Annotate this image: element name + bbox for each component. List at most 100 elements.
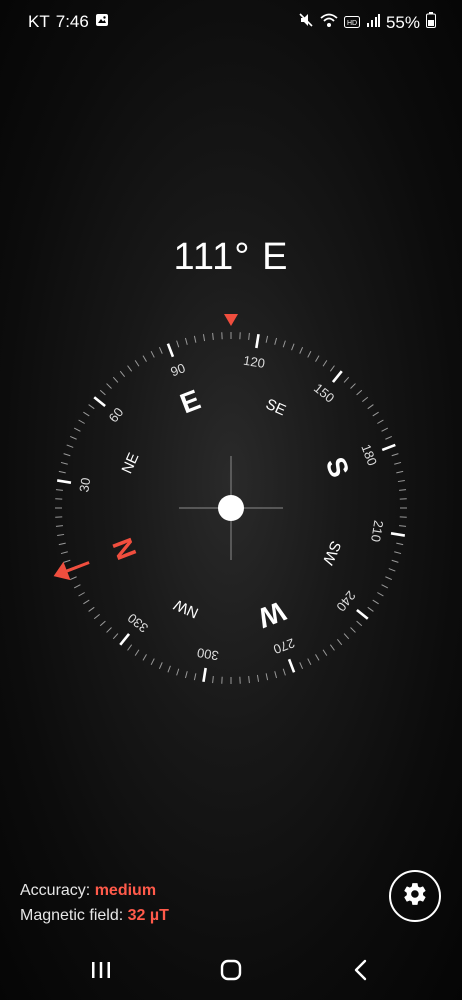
dial-tick [388, 568, 396, 572]
dial-tick [119, 633, 131, 646]
dial-tick [381, 584, 389, 589]
dial-tick [184, 337, 188, 345]
home-button[interactable] [211, 955, 251, 989]
dial-tick [106, 383, 112, 389]
dial-tick [150, 350, 155, 358]
degree-label-240: 240 [333, 588, 358, 614]
dial-tick [255, 333, 260, 349]
dial-tick [265, 673, 269, 681]
wifi-icon [320, 12, 338, 33]
cardinal-s: S [320, 453, 356, 482]
dial-tick [356, 608, 369, 620]
magnetic-field-value: 32 µT [127, 907, 169, 924]
dial-tick [202, 334, 206, 342]
dial-tick [377, 592, 384, 597]
degree-label-120: 120 [242, 353, 266, 371]
dial-tick [202, 667, 207, 683]
dial-tick [307, 350, 312, 358]
dial-tick [158, 347, 163, 354]
dial-tick [396, 470, 404, 474]
degree-label-300: 300 [196, 645, 220, 663]
intercardinal-sw: SW [318, 538, 344, 568]
dial-tick [60, 461, 68, 465]
dial-tick [329, 644, 335, 651]
compass-dial[interactable]: 306090 120150180210240270300330NESESWNWNE… [0, 300, 462, 720]
dial-tick [329, 365, 335, 372]
dial-tick [119, 370, 126, 377]
magnetic-field-label: Magnetic field: [20, 907, 124, 924]
dial-tick [57, 533, 65, 537]
dial-tick [291, 343, 295, 351]
accuracy-label: Accuracy: [20, 882, 91, 899]
dial-tick [150, 658, 155, 666]
dial-tick [73, 427, 81, 432]
recent-apps-button[interactable] [81, 955, 121, 989]
battery-icon [426, 12, 436, 33]
status-right: HD 55% [298, 12, 436, 33]
home-icon [220, 959, 242, 986]
dial-tick [256, 674, 260, 682]
svg-text:HD: HD [347, 20, 357, 27]
dial-tick [315, 654, 320, 661]
dial-tick [381, 443, 396, 452]
back-icon [352, 959, 370, 986]
image-icon [95, 12, 109, 32]
dial-tick [60, 551, 68, 555]
dial-tick [391, 453, 399, 457]
back-button[interactable] [341, 955, 381, 989]
dial-tick [350, 627, 356, 633]
recent-apps-icon [90, 960, 112, 985]
dial-tick [193, 673, 197, 681]
dial-tick [343, 376, 350, 383]
dial-tick [83, 599, 90, 605]
intercardinal-nw: NW [171, 595, 202, 621]
dial-tick [112, 633, 119, 640]
dial-tick [70, 435, 77, 440]
dial-tick [331, 370, 343, 383]
dial-tick [372, 411, 379, 417]
magnetic-field-row: Magnetic field: 32 µT [20, 903, 169, 928]
dial-tick [176, 340, 180, 348]
intercardinal-ne: NE [119, 450, 143, 476]
dial-tick [63, 453, 71, 457]
dial-tick [73, 584, 81, 589]
degree-label-30: 30 [76, 477, 93, 494]
dial-tick [88, 404, 95, 410]
dial-tick [381, 427, 389, 432]
dial-tick [399, 489, 407, 491]
dial-tick [66, 444, 74, 448]
dial-tick [282, 340, 286, 348]
dial-tick [99, 389, 106, 396]
dial-tick [322, 649, 328, 656]
degree-label-270: 270 [271, 635, 297, 657]
dial-tick [70, 576, 77, 581]
signal-icon [366, 13, 380, 33]
cardinal-w: W [253, 595, 289, 634]
dial-tick [394, 461, 402, 465]
settings-button[interactable] [389, 870, 441, 922]
dial-tick [63, 559, 71, 563]
dial-tick [265, 335, 269, 343]
dial-tick [58, 470, 66, 474]
dial-tick [248, 332, 250, 340]
degree-label-150: 150 [311, 380, 337, 405]
dial-tick [362, 396, 369, 403]
dial-tick [106, 627, 112, 633]
dial-tick [385, 576, 392, 581]
dial-tick [399, 525, 407, 527]
dial-tick [93, 613, 100, 620]
dial-tick [134, 360, 140, 367]
degree-label-180: 180 [358, 442, 380, 468]
dial-tick [287, 658, 296, 673]
navigation-bar [0, 945, 462, 1000]
heading-degrees: 111° [173, 236, 251, 278]
dial-tick [93, 396, 106, 408]
heading-direction: E [262, 236, 289, 278]
accuracy-row: Accuracy: medium [20, 878, 169, 903]
dial-tick [396, 542, 404, 546]
dial-tick [274, 337, 278, 345]
dial-tick [315, 355, 320, 362]
dial-tick [322, 360, 328, 367]
carrier-label: KT [28, 12, 50, 31]
mute-icon [298, 12, 314, 33]
